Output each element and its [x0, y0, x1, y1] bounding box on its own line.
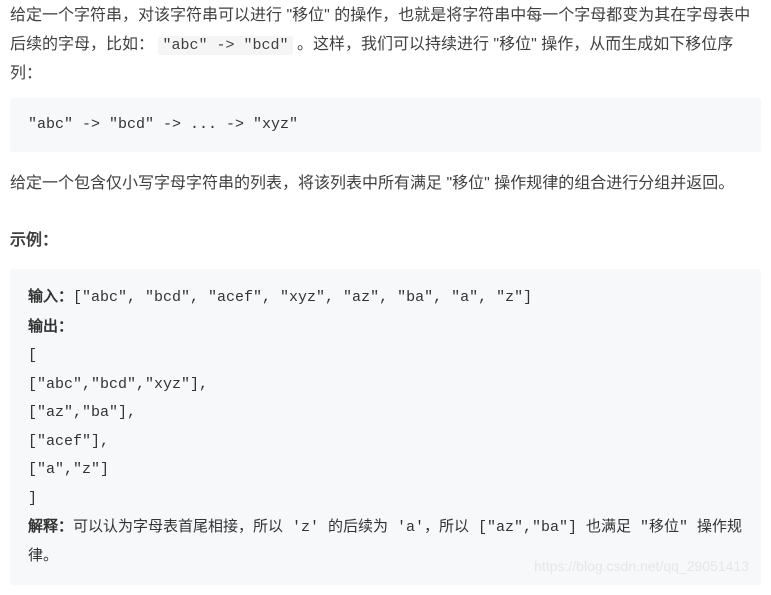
input-label: 输入：	[28, 288, 73, 305]
output-label: 输出：	[28, 318, 73, 335]
intro-paragraph-1: 给定一个字符串，对该字符串可以进行 "移位" 的操作，也就是将字符串中每一个字母…	[10, 2, 761, 88]
output-line-1: ["abc","bcd","xyz"],	[28, 371, 743, 400]
output-line-0: [	[28, 342, 743, 371]
output-line-5: ]	[28, 485, 743, 514]
intro-paragraph-2: 给定一个包含仅小写字母字符串的列表，将该列表中所有满足 "移位" 操作规律的组合…	[10, 170, 761, 199]
explain-text: 可以认为字母表首尾相接，所以 'z' 的后续为 'a'，所以 ["az","ba…	[28, 519, 742, 565]
document-content: 给定一个字符串，对该字符串可以进行 "移位" 的操作，也就是将字符串中每一个字母…	[0, 0, 771, 595]
example-output-row: 输出：	[28, 313, 743, 343]
output-line-2: ["az","ba"],	[28, 399, 743, 428]
example-block: 输入：["abc", "bcd", "acef", "xyz", "az", "…	[10, 269, 761, 585]
example-explain-row: 解释：可以认为字母表首尾相接，所以 'z' 的后续为 'a'，所以 ["az",…	[28, 513, 743, 571]
example-input-row: 输入：["abc", "bcd", "acef", "xyz", "az", "…	[28, 283, 743, 313]
output-line-3: ["acef"],	[28, 428, 743, 457]
input-value: ["abc", "bcd", "acef", "xyz", "az", "ba"…	[73, 289, 532, 306]
output-line-4: ["a","z"]	[28, 456, 743, 485]
example-heading: 示例：	[10, 227, 761, 256]
shift-sequence-code: "abc" -> "bcd" -> ... -> "xyz"	[10, 98, 761, 152]
explain-label: 解释：	[28, 518, 73, 535]
inline-code-example: "abc" -> "bcd"	[158, 36, 292, 55]
